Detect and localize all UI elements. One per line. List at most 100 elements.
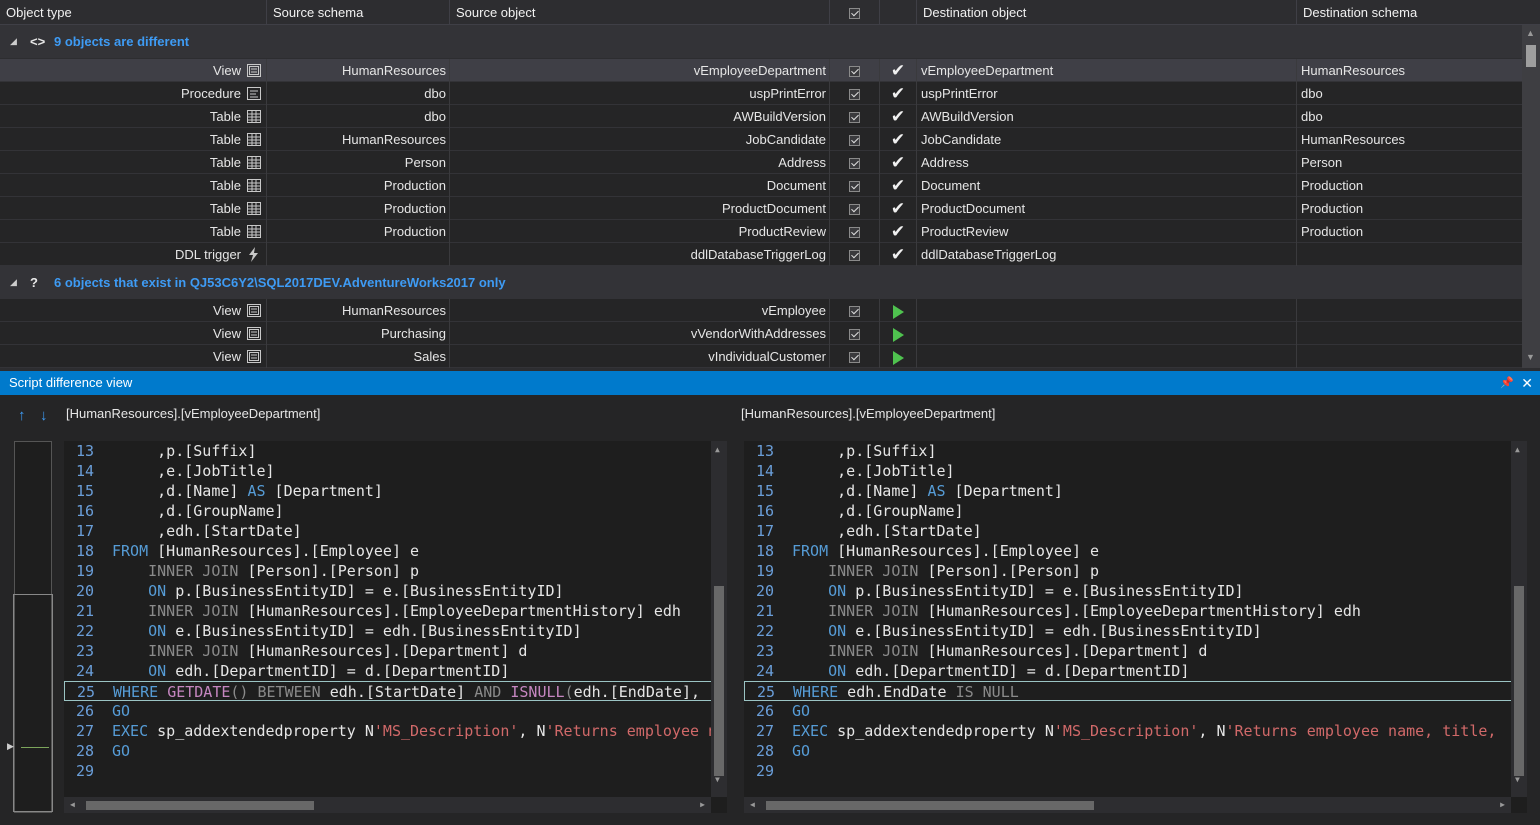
next-difference-icon[interactable]: ↓ — [40, 407, 48, 424]
include-cell[interactable] — [830, 151, 880, 174]
code-token: ON — [148, 582, 167, 600]
include-cell[interactable] — [830, 322, 880, 345]
table-row[interactable]: View HumanResources vEmployeeDepartment ✔ vE… — [0, 59, 1522, 82]
col-destination-schema[interactable]: Destination schema — [1297, 0, 1540, 25]
table-row[interactable]: Table Person Address ✔ Address Person — [0, 151, 1522, 174]
include-cell[interactable] — [830, 299, 880, 322]
table-row[interactable]: DDL trigger ddlDatabaseTriggerLog ✔ ddlData… — [0, 243, 1522, 266]
collapse-triangle-icon[interactable]: ◢ — [10, 266, 17, 299]
code-token: ON — [828, 582, 847, 600]
left-script-editor[interactable]: 13 ,p.[Suffix] 14 ,e.[JobTitle] 15 ,d.[Nam… — [64, 441, 727, 813]
pin-icon[interactable]: 📌 — [1500, 371, 1514, 395]
line-number: 26 — [76, 702, 95, 720]
include-checkbox[interactable] — [849, 135, 860, 147]
table-row[interactable]: Procedure dbo uspPrintError ✔ uspPrintError d… — [0, 82, 1522, 105]
include-checkbox[interactable] — [849, 250, 860, 262]
code-token: GO — [112, 702, 131, 720]
include-cell[interactable] — [830, 243, 880, 266]
action-cell[interactable]: ✔ — [880, 128, 917, 151]
destination-schema — [1297, 243, 1522, 266]
include-cell[interactable] — [830, 105, 880, 128]
include-checkbox[interactable] — [849, 112, 860, 124]
grid-vertical-scrollbar[interactable]: ▲ ▼ — [1522, 25, 1540, 368]
include-checkbox[interactable] — [849, 158, 860, 170]
source-schema: HumanResources — [267, 59, 450, 82]
include-checkbox[interactable] — [849, 204, 860, 216]
group-label: 6 objects that exist in QJ53C6Y2\SQL2017… — [54, 275, 506, 290]
table-row[interactable]: Table Production ProductReview ✔ ProductRevi… — [0, 220, 1522, 243]
close-icon[interactable]: ✕ — [1521, 371, 1533, 395]
table-row[interactable]: Table dbo AWBuildVersion ✔ AWBuildVersion dbo — [0, 105, 1522, 128]
code-token: INNER JOIN — [148, 642, 239, 660]
right-editor-hscroll[interactable]: ◀ ▶ — [744, 797, 1511, 813]
action-cell[interactable]: ✔ — [880, 174, 917, 197]
include-checkbox[interactable] — [849, 66, 860, 78]
table-row[interactable]: Table Production ProductDocument ✔ ProductDo… — [0, 197, 1522, 220]
group-header-different[interactable]: ◢ <> 9 objects are different — [0, 25, 1522, 58]
code-token: ,e.[JobTitle] — [792, 462, 955, 480]
include-checkbox[interactable] — [849, 306, 860, 318]
collapse-triangle-icon[interactable]: ◢ — [10, 25, 17, 58]
group-header-source_only[interactable]: ◢? 6 objects that exist in QJ53C6Y2\SQL20… — [0, 266, 1522, 299]
select-all-checkbox[interactable] — [849, 8, 860, 20]
scroll-down-icon[interactable]: ▼ — [1526, 352, 1535, 362]
col-source-object[interactable]: Source object — [450, 0, 830, 25]
code-token: edh.[DepartmentID] = d.[DepartmentID] — [166, 662, 510, 680]
action-cell[interactable]: ✔ — [880, 197, 917, 220]
table-row[interactable]: Table Production Document ✔ Document Producti… — [0, 174, 1522, 197]
destination-object: Document — [917, 174, 1297, 197]
right-script-editor[interactable]: 13 ,p.[Suffix] 14 ,e.[JobTitle] 15 ,d.[Nam… — [744, 441, 1527, 813]
include-cell[interactable] — [830, 174, 880, 197]
action-cell[interactable]: ✔ — [880, 82, 917, 105]
include-cell[interactable] — [830, 59, 880, 82]
left-editor-hscroll[interactable]: ◀ ▶ — [64, 797, 711, 813]
code-token: [HumanResources].[Employee] e — [828, 542, 1100, 560]
line-number: 19 — [76, 562, 95, 580]
action-cell[interactable]: ✔ — [880, 151, 917, 174]
include-cell[interactable] — [830, 345, 880, 368]
code-token: sp_addextendedproperty N — [148, 722, 374, 740]
action-cell[interactable] — [880, 345, 917, 368]
code-token: ,d.[GroupName] — [792, 502, 964, 520]
scroll-up-icon[interactable]: ▲ — [1526, 28, 1535, 38]
col-object-type[interactable]: Object type — [0, 0, 267, 25]
code-line: 24 ON edh.[DepartmentID] = d.[Department… — [64, 661, 711, 681]
action-cell[interactable]: ✔ — [880, 59, 917, 82]
include-checkbox[interactable] — [849, 329, 860, 341]
code-token: ISNULL — [510, 683, 565, 701]
include-checkbox[interactable] — [849, 227, 860, 239]
left-editor-vscroll[interactable]: ▲ ▼ — [711, 441, 727, 797]
include-cell[interactable] — [830, 82, 880, 105]
table-row[interactable]: Table HumanResources JobCandidate ✔ JobCandi… — [0, 128, 1522, 151]
action-cell[interactable]: ✔ — [880, 243, 917, 266]
type-cell-border — [0, 220, 267, 243]
action-cell[interactable]: ✔ — [880, 220, 917, 243]
col-select-all[interactable] — [830, 0, 880, 25]
include-checkbox[interactable] — [849, 89, 860, 101]
action-cell[interactable] — [880, 322, 917, 345]
include-checkbox[interactable] — [849, 181, 860, 193]
table-row[interactable]: View HumanResources vEmployee — [0, 299, 1522, 322]
table-row[interactable]: View Sales vIndividualCustomer — [0, 345, 1522, 368]
include-cell[interactable] — [830, 220, 880, 243]
include-checkbox[interactable] — [849, 352, 860, 364]
table-row[interactable]: View Purchasing vVendorWithAddresses — [0, 322, 1522, 345]
scrollbar-thumb[interactable] — [1526, 45, 1536, 67]
include-cell[interactable] — [830, 197, 880, 220]
action-cell[interactable]: ✔ — [880, 105, 917, 128]
action-cell[interactable] — [880, 299, 917, 322]
previous-difference-icon[interactable]: ↑ — [18, 407, 26, 424]
include-cell[interactable] — [830, 128, 880, 151]
type-cell-border — [0, 105, 267, 128]
minimap-pointer-icon: ▶ — [7, 741, 14, 751]
code-token: e.[BusinessEntityID] = edh.[BusinessEnti… — [166, 622, 582, 640]
difference-minimap[interactable] — [13, 441, 53, 813]
right-editor-vscroll[interactable]: ▲ ▼ — [1511, 441, 1527, 797]
checkmark-icon: ✔ — [890, 84, 906, 103]
source-schema: Sales — [267, 345, 450, 368]
col-source-schema[interactable]: Source schema — [267, 0, 450, 25]
minimap-viewport[interactable] — [13, 594, 53, 812]
col-destination-object[interactable]: Destination object — [917, 0, 1297, 25]
code-token: ,p.[Suffix] — [112, 442, 257, 460]
